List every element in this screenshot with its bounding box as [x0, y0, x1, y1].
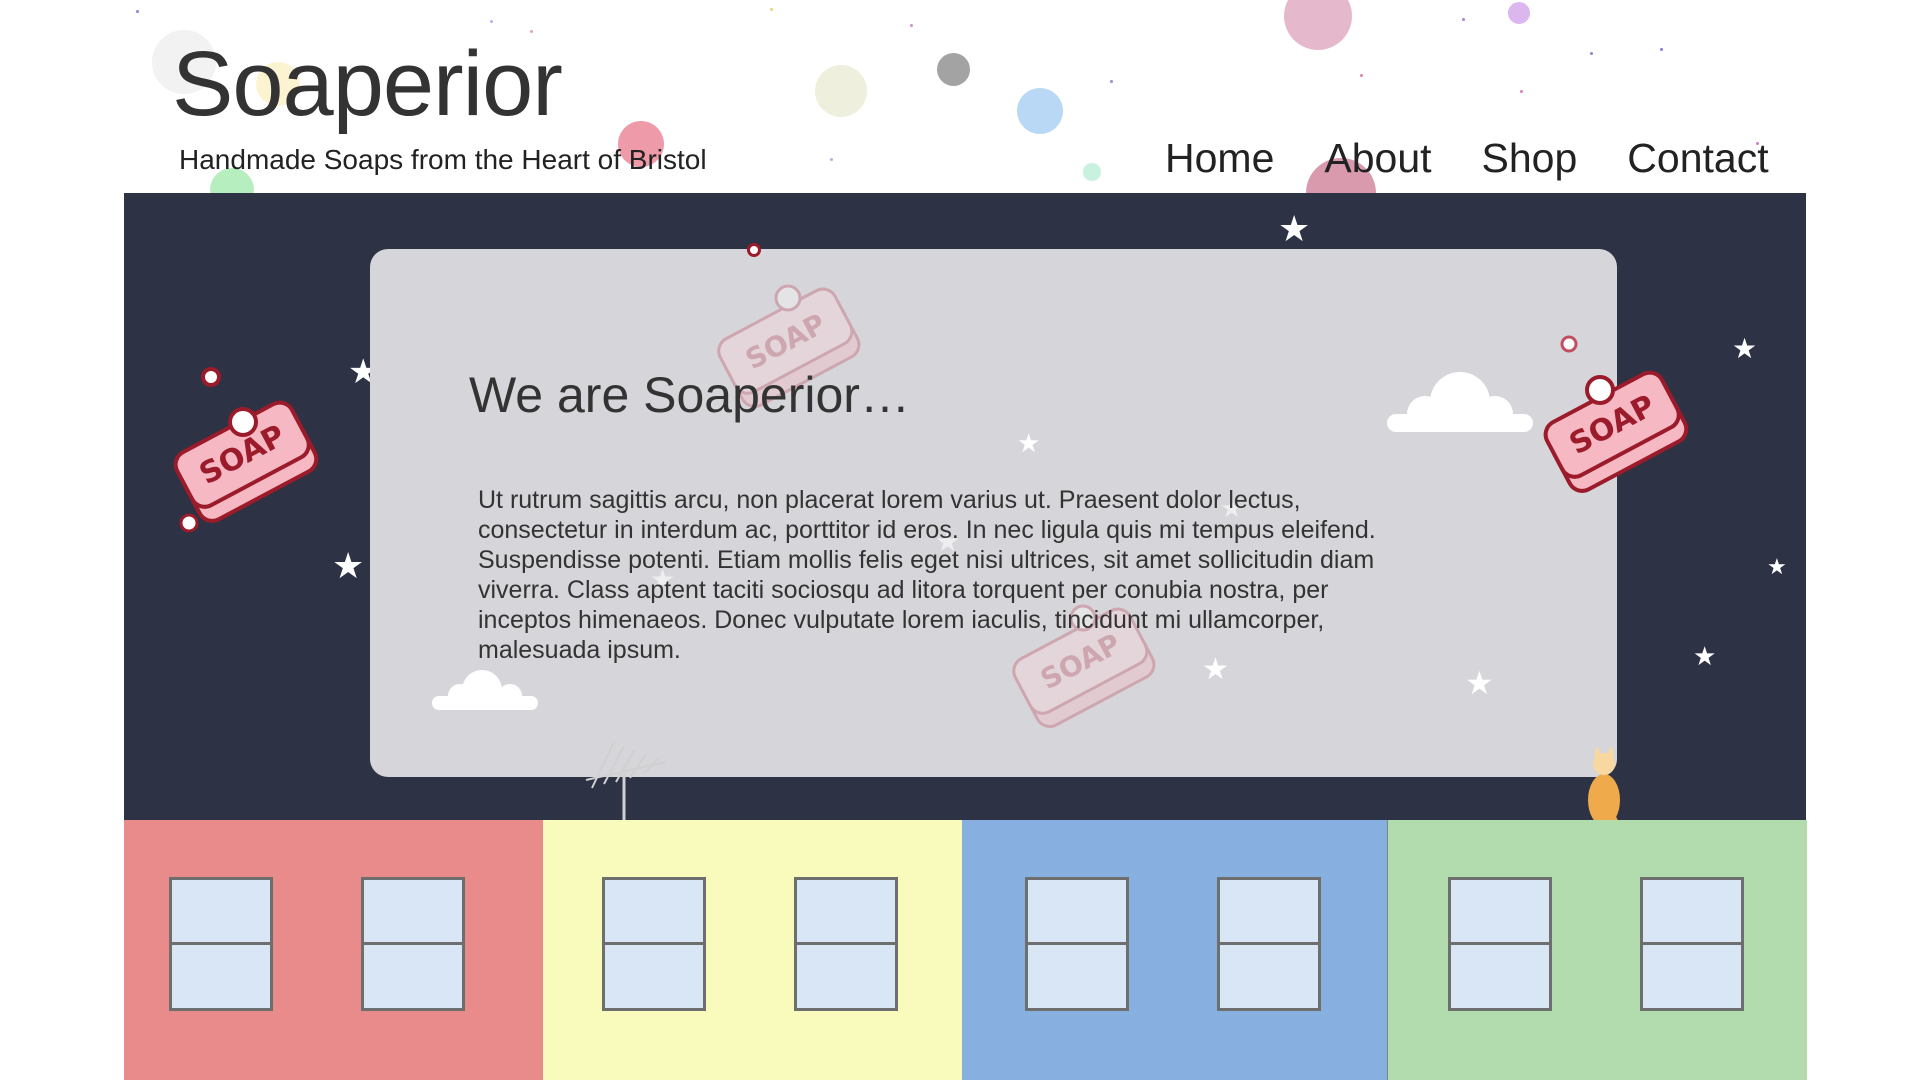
house-window [602, 877, 706, 1011]
decor-bubble [1508, 2, 1530, 24]
nav-link-contact[interactable]: Contact [1627, 135, 1768, 182]
nav-link-home[interactable]: Home [1165, 135, 1274, 182]
decor-dot [910, 24, 913, 27]
site-title[interactable]: Soaperior [172, 38, 563, 130]
nav-link-shop[interactable]: Shop [1482, 135, 1578, 182]
house-window [1025, 877, 1129, 1011]
star-icon: ★ [1017, 428, 1041, 458]
star-icon: ★ [1732, 333, 1758, 364]
decor-bubble [1083, 163, 1101, 181]
decor-dot [830, 158, 833, 161]
nav-link-about[interactable]: About [1324, 135, 1431, 182]
decor-dot [1462, 18, 1465, 21]
decor-dot [490, 20, 493, 23]
house-window [794, 877, 898, 1011]
decor-bubble [747, 243, 761, 257]
house-window [361, 877, 465, 1011]
hero-body-text: Ut rutrum sagittis arcu, non placerat lo… [478, 486, 1376, 664]
house-window [1217, 877, 1321, 1011]
soap-icon: SOAP [173, 367, 319, 533]
house-window [169, 877, 273, 1011]
cloud-icon [432, 670, 538, 710]
decor-dot [1360, 74, 1363, 77]
house-window [1448, 877, 1552, 1011]
decor-dot [136, 10, 139, 13]
cloud-icon [1387, 372, 1533, 432]
decor-dot [1660, 48, 1663, 51]
soap-icon: SOAP [1543, 335, 1689, 493]
decor-bubble [815, 65, 867, 117]
decor-bubble [1017, 88, 1063, 134]
antenna-icon [585, 741, 667, 822]
star-icon: ★ [332, 545, 365, 586]
decor-dot [1520, 90, 1523, 93]
decor-dot [1110, 80, 1113, 83]
star-icon: ★ [1278, 208, 1311, 249]
star-icon: ★ [1693, 641, 1717, 671]
site-tagline: Handmade Soaps from the Heart of Bristol [179, 144, 707, 175]
hero-heading: We are Soaperior… [469, 367, 910, 423]
star-icon: ★ [1465, 665, 1494, 701]
decor-bubble [1284, 0, 1352, 50]
star-icon: ★ [1767, 554, 1787, 579]
decor-dot [770, 8, 773, 11]
decor-dot [1590, 52, 1593, 55]
main-nav: Home About Shop Contact [1165, 135, 1769, 182]
house-window [1640, 877, 1744, 1011]
decor-bubble [937, 53, 970, 86]
